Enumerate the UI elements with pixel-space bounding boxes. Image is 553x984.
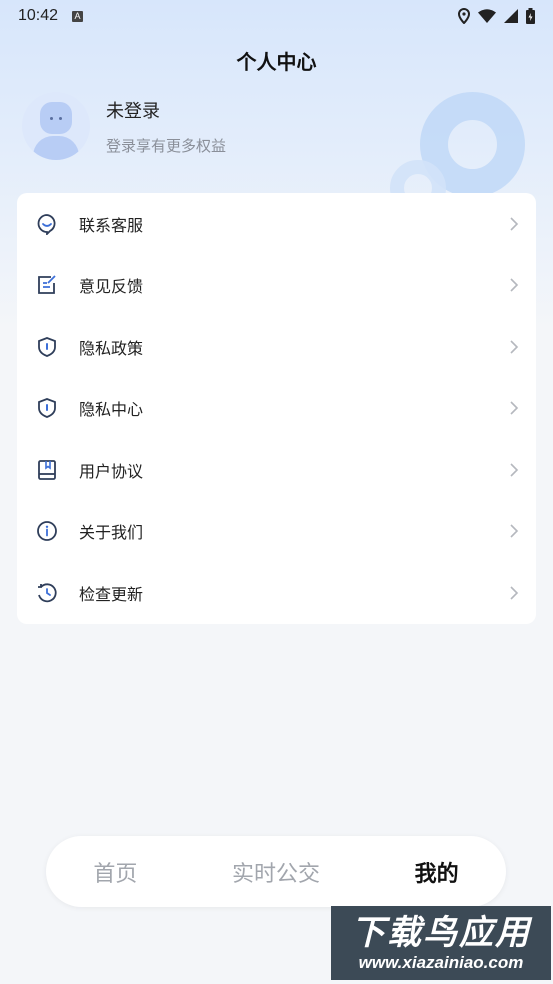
menu-item-label: 检查更新	[79, 584, 144, 604]
status-icons	[458, 8, 535, 24]
menu-item-label: 关于我们	[79, 523, 144, 543]
page-title: 个人中心	[236, 50, 317, 74]
tab-realtime-bus[interactable]: 实时公交	[232, 856, 320, 888]
chevron-right-icon	[510, 278, 519, 292]
menu-item-label: 隐私政策	[79, 338, 144, 358]
watermark-title: 下载鸟应用	[351, 913, 531, 953]
battery-icon	[526, 8, 535, 24]
menu-item-label: 用户协议	[79, 461, 144, 481]
agreement-icon	[36, 459, 58, 481]
shield-icon	[36, 397, 58, 419]
avatar-head	[40, 102, 72, 134]
menu-item-label: 联系客服	[79, 215, 144, 235]
signal-icon	[504, 9, 518, 23]
menu-item-privacy-policy[interactable]: 隐私政策	[17, 316, 536, 378]
login-status[interactable]: 未登录	[106, 97, 226, 123]
update-icon	[36, 582, 58, 604]
menu-item-feedback[interactable]: 意见反馈	[17, 255, 536, 317]
avatar[interactable]	[22, 92, 90, 160]
menu-card: 联系客服 意见反馈 隐私政策 隐私中心 用户协议 关于我们 检查更新	[17, 193, 536, 624]
menu-item-check-update[interactable]: 检查更新	[17, 562, 536, 624]
tab-home[interactable]: 首页	[93, 856, 137, 888]
bottom-tab-bar: 首页 实时公交 我的	[46, 836, 506, 907]
chevron-right-icon	[510, 401, 519, 415]
watermark-logo: 下载鸟应用 www.xiazainiao.com	[331, 906, 551, 980]
chevron-right-icon	[510, 524, 519, 538]
status-time: 10:42	[18, 7, 59, 24]
notification-icon: A	[72, 10, 84, 22]
profile-text: 未登录 登录享有更多权益	[106, 97, 226, 156]
menu-item-user-agreement[interactable]: 用户协议	[17, 439, 536, 501]
chevron-right-icon	[510, 586, 519, 600]
menu-item-contact-service[interactable]: 联系客服	[17, 193, 536, 255]
status-bar: 10:42 A	[0, 0, 553, 32]
login-benefit-hint: 登录享有更多权益	[106, 136, 227, 155]
menu-item-label: 隐私中心	[79, 400, 144, 420]
chevron-right-icon	[510, 217, 519, 231]
info-icon	[36, 520, 58, 542]
tab-mine[interactable]: 我的	[415, 856, 459, 888]
watermark-url: www.xiazainiao.com	[358, 953, 524, 972]
profile-section[interactable]: 未登录 登录享有更多权益	[22, 92, 226, 160]
menu-item-about-us[interactable]: 关于我们	[17, 501, 536, 563]
shield-icon	[36, 336, 58, 358]
chevron-right-icon	[510, 340, 519, 354]
chevron-right-icon	[510, 463, 519, 477]
menu-item-privacy-center[interactable]: 隐私中心	[17, 378, 536, 440]
feedback-icon	[36, 274, 58, 296]
menu-item-label: 意见反馈	[79, 277, 144, 297]
customer-service-icon	[36, 213, 58, 235]
location-icon	[458, 8, 470, 24]
wifi-icon	[478, 9, 496, 23]
avatar-body	[33, 136, 79, 160]
